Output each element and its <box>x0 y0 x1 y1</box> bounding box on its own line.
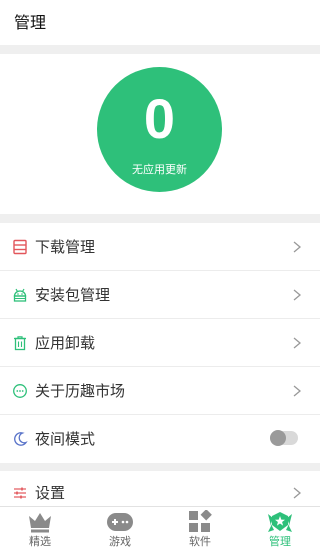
menu-item-label: 夜间模式 <box>35 430 96 448</box>
update-summary-panel: 0 无应用更新 <box>0 54 320 214</box>
menu-item-package-manager[interactable]: 安装包管理 <box>0 271 320 319</box>
chevron-right-icon <box>293 385 302 397</box>
menu-item-night-mode: 夜间模式 <box>0 415 320 463</box>
night-mode-toggle[interactable] <box>270 430 298 446</box>
app-header: 管理 <box>0 0 320 45</box>
update-count: 0 <box>143 87 176 150</box>
update-status-text: 无应用更新 <box>132 163 187 176</box>
tab-software[interactable]: 软件 <box>160 507 240 550</box>
menu-item-download-manager[interactable]: 下载管理 <box>0 223 320 271</box>
tab-manage[interactable]: 管理 <box>240 507 320 550</box>
tab-label: 游戏 <box>109 535 131 548</box>
menu-item-label: 关于历趣市场 <box>35 382 126 400</box>
apps-grid-icon <box>189 510 212 532</box>
chevron-right-icon <box>293 337 302 349</box>
moon-icon <box>14 432 28 446</box>
toggle-knob <box>270 430 286 446</box>
tab-label: 软件 <box>189 535 211 548</box>
update-count-circle[interactable]: 0 无应用更新 <box>97 67 222 192</box>
management-menu: 下载管理 安装包管理 应用卸载 关于历趣市场 夜间模式 <box>0 223 320 463</box>
menu-item-label: 设置 <box>35 484 66 502</box>
page-title: 管理 <box>14 13 47 32</box>
menu-item-uninstall[interactable]: 应用卸载 <box>0 319 320 367</box>
sliders-icon <box>14 487 26 499</box>
chevron-right-icon <box>293 487 302 499</box>
tab-label: 管理 <box>269 535 291 548</box>
android-icon <box>13 288 27 302</box>
tab-games[interactable]: 游戏 <box>80 507 160 550</box>
menu-item-label: 应用卸载 <box>35 334 96 352</box>
list-icon <box>13 239 27 255</box>
chat-bubble-icon <box>13 384 27 398</box>
menu-item-about[interactable]: 关于历趣市场 <box>0 367 320 415</box>
bottom-tab-bar: 精选 游戏 软件 管理 <box>0 506 320 550</box>
gamepad-icon <box>107 513 133 531</box>
menu-item-label: 安装包管理 <box>35 286 111 304</box>
trash-icon <box>14 336 26 351</box>
tab-featured[interactable]: 精选 <box>0 507 80 550</box>
chevron-right-icon <box>293 241 302 253</box>
settings-section: 设置 <box>0 471 320 511</box>
chevron-right-icon <box>293 289 302 301</box>
star-badge-icon <box>268 512 292 532</box>
crown-icon <box>29 513 51 533</box>
menu-item-label: 下载管理 <box>35 238 96 256</box>
tab-label: 精选 <box>29 535 51 548</box>
